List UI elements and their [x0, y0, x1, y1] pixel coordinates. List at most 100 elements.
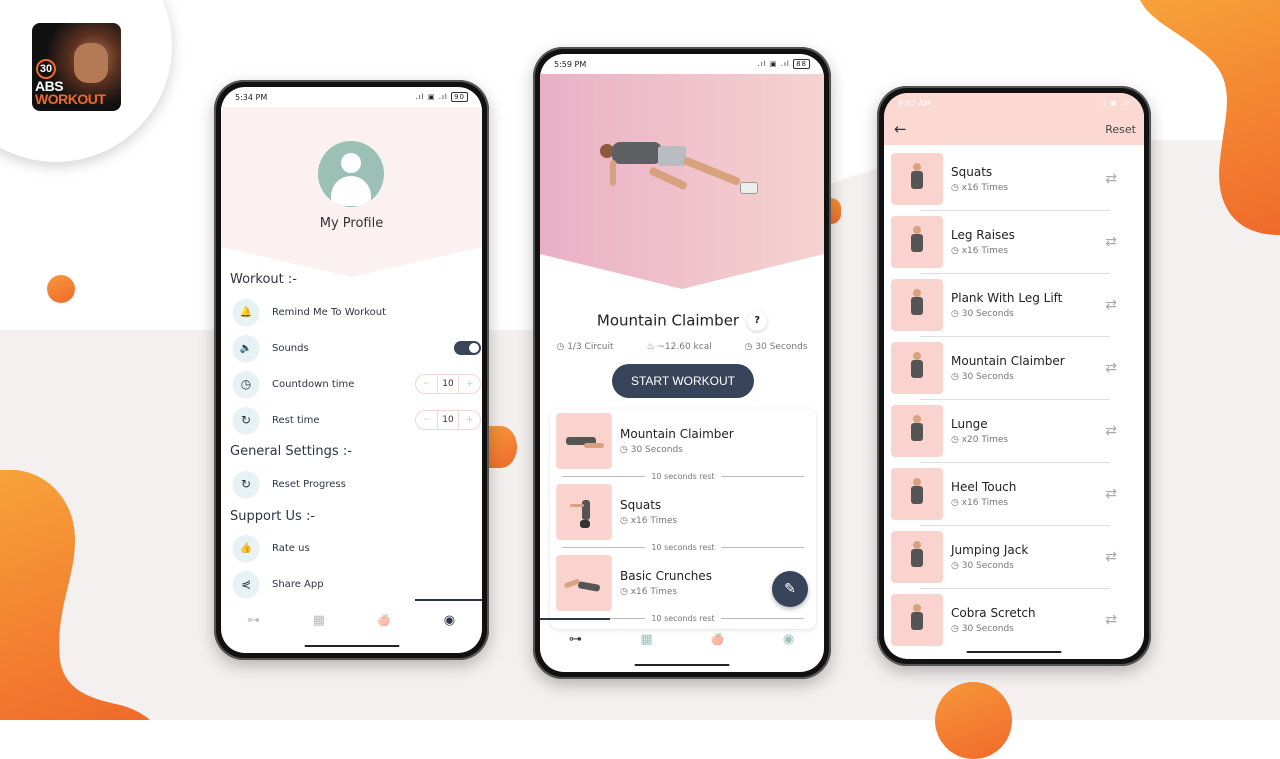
setting-label: Share App	[272, 578, 324, 590]
exercise-item[interactable]: Squats ◷ x16 Times	[556, 483, 810, 541]
nav-active-indicator	[540, 618, 610, 620]
nav-workout-dumbbell-icon[interactable]: ⊶	[564, 632, 588, 647]
exercise-detail: x16 Times	[961, 246, 1009, 256]
nav-profile-user-icon[interactable]: ◉	[777, 632, 801, 647]
exercise-item[interactable]: Leg Raises ◷ x16 Times ⇄	[891, 215, 1137, 269]
swap-exercise-icon[interactable]: ⇄	[1105, 486, 1117, 502]
swap-exercise-icon[interactable]: ⇄	[1105, 549, 1117, 565]
reset-button[interactable]: Reset	[1105, 123, 1136, 136]
exercise-item[interactable]: Plank With Leg Lift ◷ 30 Seconds ⇄	[891, 278, 1137, 332]
setting-reset-progress[interactable]: ↻ Reset Progress	[233, 470, 481, 498]
exercise-thumbnail	[891, 594, 943, 646]
nav-workout-dumbbell-icon[interactable]: ⊶	[242, 613, 266, 628]
home-indicator	[966, 651, 1062, 653]
logo-line2: WORKOUT	[35, 91, 106, 107]
timer-icon: ◷	[620, 587, 628, 597]
countdown-stepper: − 10 +	[415, 374, 481, 394]
exercise-item[interactable]: Heel Touch ◷ x16 Times ⇄	[891, 467, 1137, 521]
app-logo: 30 ABS WORKOUT	[32, 23, 121, 111]
exercise-name: Basic Crunches	[620, 569, 712, 583]
nav-active-indicator	[415, 599, 482, 601]
increment-button[interactable]: +	[459, 411, 480, 429]
nav-diet-food-icon[interactable]: 🍎	[372, 614, 396, 627]
exercise-thumbnail	[891, 279, 943, 331]
setting-rate[interactable]: 👍 Rate us	[233, 534, 481, 562]
rest-separator: 10 seconds rest	[556, 472, 810, 481]
decrement-button[interactable]: −	[416, 375, 437, 393]
start-workout-button[interactable]: START WORKOUT	[612, 364, 754, 398]
rest-separator: 10 seconds rest	[556, 543, 810, 552]
profile-screen: 5:34 PM .ıl ▣ .ıl 90 My Profile Workout …	[221, 87, 482, 653]
divider	[920, 399, 1110, 400]
share-icon: ⋞	[233, 571, 259, 597]
exercise-detail: x16 Times	[630, 516, 678, 526]
exercise-thumbnail	[556, 484, 612, 540]
swap-exercise-icon[interactable]: ⇄	[1105, 234, 1117, 250]
nav-calculator-icon[interactable]: ▦	[307, 613, 331, 628]
exercise-item[interactable]: Jumping Jack ◷ 30 Seconds ⇄	[891, 530, 1137, 584]
exercise-item[interactable]: Mountain Claimber ◷ 30 Seconds	[556, 412, 810, 470]
exercise-detail: x16 Times	[961, 498, 1009, 508]
exercise-name: Mountain Claimber	[951, 354, 1065, 368]
setting-remind[interactable]: 🔔 Remind Me To Workout	[233, 298, 481, 326]
decrement-button[interactable]: −	[416, 411, 437, 429]
exercise-thumbnail	[556, 555, 612, 611]
edit-pencil-button[interactable]: ✎	[772, 571, 808, 607]
profile-title: My Profile	[319, 216, 384, 231]
exercise-detail: 30 Seconds	[961, 372, 1014, 382]
exercise-name: Mountain Claimber	[620, 427, 734, 441]
timer-icon: ◷	[556, 342, 565, 352]
swap-exercise-icon[interactable]: ⇄	[1105, 423, 1117, 439]
setting-countdown: ◷ Countdown time − 10 +	[233, 370, 481, 398]
timer-icon: ◷	[744, 342, 753, 352]
exercise-thumbnail	[891, 405, 943, 457]
divider	[920, 210, 1110, 211]
setting-label: Rate us	[272, 542, 310, 554]
swap-exercise-icon[interactable]: ⇄	[1105, 297, 1117, 313]
meta-circuit: ◷ 1/3 Circuit	[556, 342, 614, 352]
section-support: Support Us :-	[230, 509, 316, 524]
exercise-item[interactable]: Mountain Claimber ◷ 30 Seconds ⇄	[891, 341, 1137, 395]
bell-icon: 🔔	[233, 299, 259, 325]
status-bar: 5:34 PM .ıl ▣ .ıl 90	[221, 87, 482, 107]
nav-profile-user-icon[interactable]: ◉	[437, 613, 461, 628]
exercise-name: Jumping Jack	[951, 543, 1029, 557]
exercise-item[interactable]: Lunge ◷ x20 Times ⇄	[891, 404, 1137, 458]
countdown-value: 10	[436, 375, 460, 393]
phone-exercise-list: 9:57 AM .ıl ▣ .ıl ← Reset Squats ◷ x16 Ti…	[877, 86, 1151, 666]
home-indicator	[634, 664, 730, 666]
phone-profile: 5:34 PM .ıl ▣ .ıl 90 My Profile Workout …	[214, 80, 489, 660]
timer-icon: ◷	[951, 435, 959, 445]
exercise-thumbnail	[891, 531, 943, 583]
exercise-item[interactable]: Squats ◷ x16 Times ⇄	[891, 152, 1137, 206]
list-header: 9:57 AM .ıl ▣ .ıl ← Reset	[884, 93, 1144, 145]
setting-share[interactable]: ⋞ Share App	[233, 570, 481, 598]
section-general: General Settings :-	[230, 444, 352, 459]
meta-kcal: ♨ ~12.60 kcal	[646, 342, 712, 352]
nav-calculator-icon[interactable]: ▦	[635, 632, 659, 647]
nav-diet-food-icon[interactable]: 🍎	[706, 633, 730, 646]
divider	[920, 588, 1110, 589]
setting-sounds: 🔈 Sounds	[233, 334, 481, 362]
exercise-name: Heel Touch	[951, 480, 1017, 494]
exercise-meta: ◷ 1/3 Circuit ♨ ~12.60 kcal ◷ 30 Seconds	[540, 342, 824, 352]
back-arrow-icon[interactable]: ←	[894, 120, 907, 138]
exercise-detail: x20 Times	[961, 435, 1009, 445]
swap-exercise-icon[interactable]: ⇄	[1105, 612, 1117, 628]
swap-exercise-icon[interactable]: ⇄	[1105, 171, 1117, 187]
home-indicator	[304, 645, 399, 647]
rest-value: 10	[436, 411, 460, 429]
help-button[interactable]: ?	[747, 311, 768, 331]
exercise-illustration	[600, 132, 770, 212]
exercise-name: Cobra Scretch	[951, 606, 1036, 620]
sounds-toggle[interactable]	[454, 341, 481, 355]
decor-dot	[935, 682, 1012, 759]
exercise-thumbnail	[891, 468, 943, 520]
exercise-detail: 30 Seconds	[961, 561, 1014, 571]
swap-exercise-icon[interactable]: ⇄	[1105, 360, 1117, 376]
exercise-item[interactable]: Cobra Scretch ◷ 30 Seconds ⇄	[891, 593, 1137, 647]
profile-avatar[interactable]	[318, 141, 384, 207]
timer-icon: ◷	[951, 561, 959, 571]
increment-button[interactable]: +	[459, 375, 480, 393]
exercise-title: Mountain Claimber?	[540, 311, 824, 331]
